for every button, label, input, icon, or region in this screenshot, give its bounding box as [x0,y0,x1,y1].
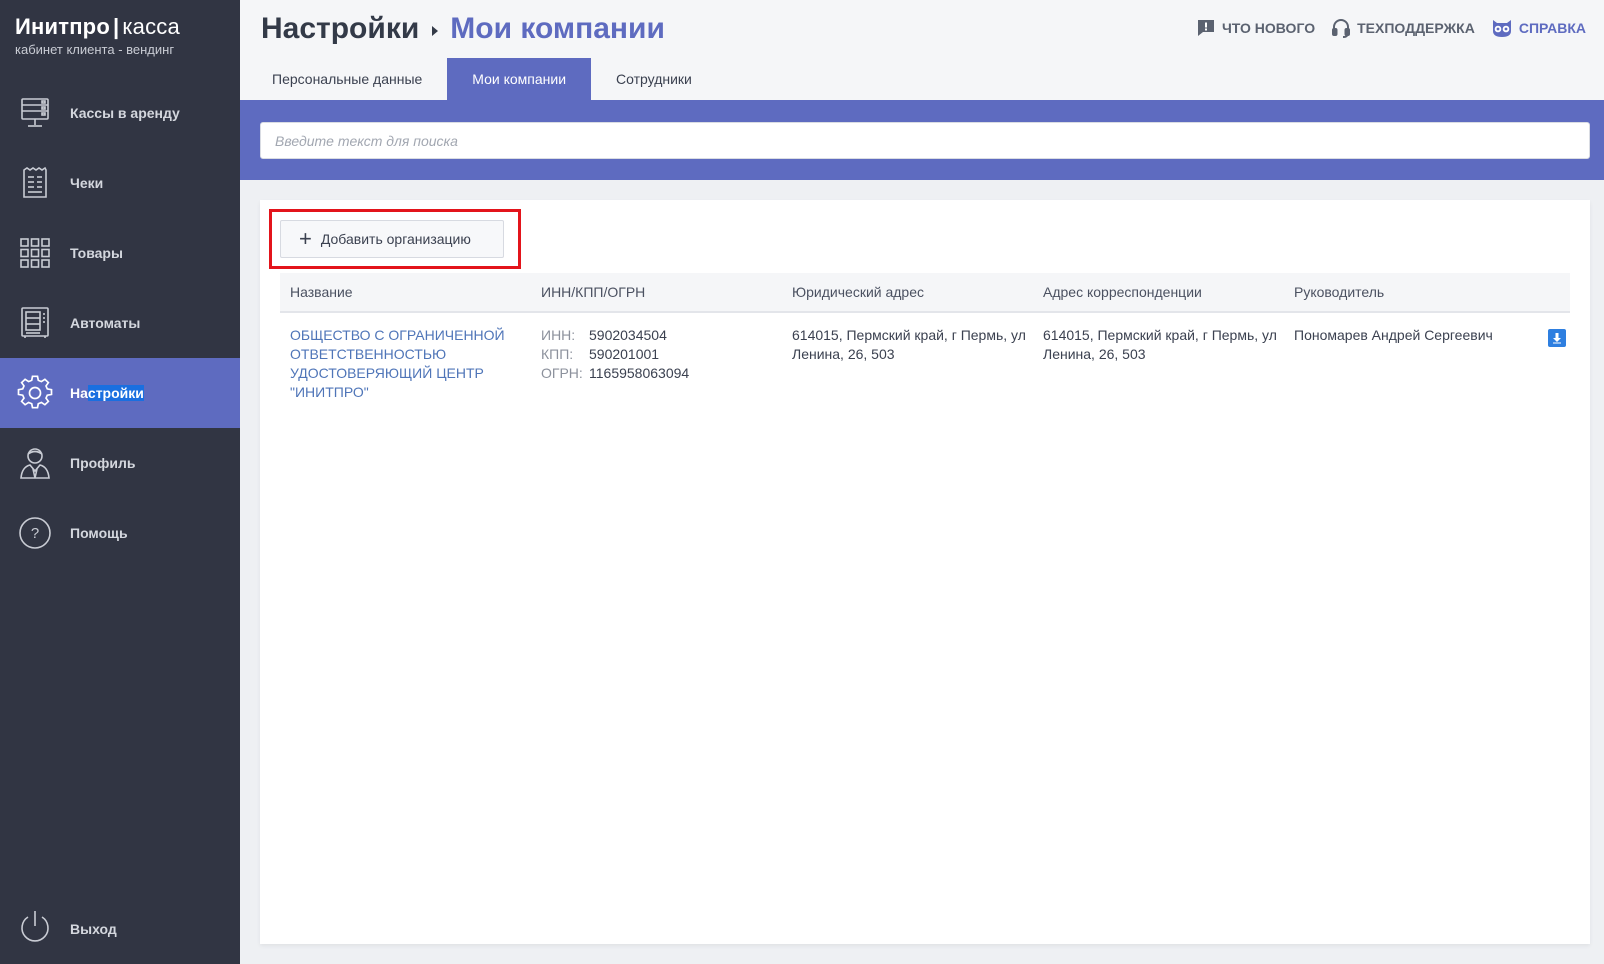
sidebar-item-products[interactable]: Товары [0,218,240,288]
company-mail-address: 614015, Пермский край, г Пермь, ул Ленин… [1043,327,1277,362]
brand-separator: | [112,14,120,39]
plus-icon: + [299,226,312,251]
sidebar-item-help[interactable]: ? Помощь [0,498,240,568]
kpp-value: 590201001 [589,346,660,362]
sidebar-item-cash-registers[interactable]: Кассы в аренду [0,78,240,148]
sidebar-item-label: Профиль [70,455,136,471]
power-icon [17,909,53,950]
main: Настройки Мои компании ЧТО НОВОГО ТЕХПОД… [240,0,1604,964]
vending-machine-icon [17,305,53,341]
company-director: Пономарев Андрей Сергеевич [1294,327,1493,343]
companies-card: + Добавить организацию Название ИНН/КПП/… [260,200,1590,944]
sidebar-item-exit[interactable]: Выход [0,894,240,964]
search-band [240,100,1604,180]
kpp-line: КПП: 590201001 [541,345,782,364]
sidebar-nav: Кассы в аренду Чеки Товары Автоматы Наст… [0,78,240,568]
announcement-icon [1197,20,1214,36]
sidebar-item-label-prefix: На [70,385,88,401]
sidebar-item-vending-machines[interactable]: Автоматы [0,288,240,358]
inn-label: ИНН: [541,327,576,343]
sidebar-item-label: Автоматы [70,315,141,331]
company-legal-address: 614015, Пермский край, г Пермь, ул Ленин… [792,327,1026,362]
sidebar-item-label: Товары [70,245,123,261]
tabs: Персональные данные Мои компании Сотрудн… [240,58,1604,100]
help-label: СПРАВКА [1518,20,1586,36]
column-header-name[interactable]: Название [280,284,531,300]
table-header: Название ИНН/КПП/ОГРН Юридический адрес … [280,273,1570,313]
row-actions [1520,326,1570,402]
ogrn-value: 1165958063094 [589,365,690,381]
download-arrow-icon [1553,333,1561,344]
sidebar-item-label: Кассы в аренду [70,105,180,121]
company-name-link[interactable]: ОБЩЕСТВО С ОГРАНИЧЕННОЙ ОТВЕТСТВЕННОСТЬЮ… [280,326,531,402]
top-links: ЧТО НОВОГО ТЕХПОДДЕРЖКА СПРАВКА [1180,18,1586,38]
sidebar-item-label: Чеки [70,175,104,191]
table-row: ОБЩЕСТВО С ОГРАНИЧЕННОЙ ОТВЕТСТВЕННОСТЬЮ… [280,313,1570,402]
gear-icon [17,375,53,411]
sidebar-item-profile[interactable]: Профиль [0,428,240,498]
whats-new-link[interactable]: ЧТО НОВОГО [1196,18,1315,38]
tab-personal-data[interactable]: Персональные данные [247,58,447,100]
headset-icon [1332,19,1351,38]
tab-my-companies[interactable]: Мои компании [447,58,592,100]
owl-icon [1492,20,1511,37]
support-link[interactable]: ТЕХПОДДЕРЖКА [1331,18,1475,38]
download-button[interactable] [1548,329,1566,347]
breadcrumb: Настройки Мои компании [261,12,665,46]
support-label: ТЕХПОДДЕРЖКА [1357,20,1475,36]
brand-product: касса [122,14,180,39]
add-organization-button[interactable]: + Добавить организацию [280,220,504,258]
kpp-label: КПП: [541,346,574,362]
svg-text:?: ? [31,525,39,542]
grid-icon [17,235,53,271]
sidebar-item-receipts[interactable]: Чеки [0,148,240,218]
column-header-requisites[interactable]: ИНН/КПП/ОГРН [531,284,782,300]
brand-title: Инитпро | касса [15,14,225,40]
receipt-icon [17,165,53,201]
companies-table: Название ИНН/КПП/ОГРН Юридический адрес … [280,273,1570,402]
chevron-right-icon [432,26,439,36]
add-organization-label: Добавить организацию [320,231,471,247]
brand-subtitle: кабинет клиента - вендинг [15,42,175,57]
sidebar-item-label: Помощь [70,525,128,541]
sidebar-item-settings[interactable]: Настройки [0,358,240,428]
help-link[interactable]: СПРАВКА [1491,18,1586,38]
breadcrumb-root[interactable]: Настройки [261,12,419,46]
sidebar-item-label-selected: стройки [87,385,144,401]
brand: Инитпро | касса кабинет клиента - вендинг [0,0,240,78]
sidebar-item-label: Настройки [70,385,144,401]
company-requisites: ИНН: 5902034504 КПП: 590201001 ОГРН: 116595… [531,326,782,402]
column-header-mail-address[interactable]: Адрес корреспонденции [1033,284,1284,300]
sidebar: Инитпро | касса кабинет клиента - вендинг … [0,0,240,964]
inn-line: ИНН: 5902034504 [541,326,782,345]
user-icon [17,445,53,481]
topbar: Настройки Мои компании ЧТО НОВОГО ТЕХПОД… [240,0,1604,58]
sidebar-exit-label: Выход [70,921,117,937]
ogrn-label: ОГРН: [541,365,583,381]
brand-name: Инитпро [15,14,110,39]
tab-employees[interactable]: Сотрудники [591,58,717,100]
help-icon: ? [17,515,53,551]
search-input[interactable] [260,122,1590,159]
ogrn-line: ОГРН: 1165958063094 [541,364,782,383]
page-title: Мои компании [450,12,665,45]
column-header-director[interactable]: Руководитель [1284,284,1520,300]
whats-new-label: ЧТО НОВОГО [1221,20,1316,36]
inn-value: 5902034504 [589,327,667,343]
cash-register-icon [17,95,53,131]
column-header-legal-address[interactable]: Юридический адрес [782,284,1033,300]
